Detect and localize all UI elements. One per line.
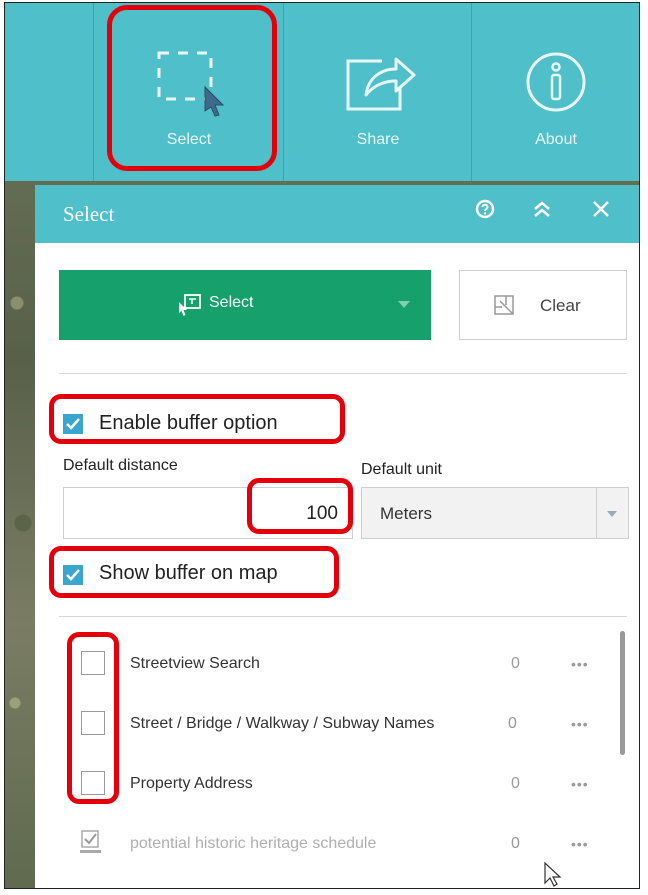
unit-value: Meters bbox=[380, 504, 432, 523]
share-icon bbox=[346, 57, 416, 111]
default-unit-select[interactable]: Meters bbox=[361, 487, 629, 539]
about-tool-label: About bbox=[535, 131, 577, 148]
panel-header: Select bbox=[35, 185, 639, 243]
app-frame: Select Share About Select Select Clear E… bbox=[4, 2, 640, 889]
layer-count: 0 bbox=[511, 775, 520, 792]
select-tool-highlight bbox=[107, 5, 277, 171]
default-distance-label: Default distance bbox=[63, 457, 178, 474]
about-widget-button[interactable]: About bbox=[471, 3, 639, 181]
widget-toolbar: Select Share About bbox=[5, 3, 639, 181]
layer-name: Property Address bbox=[130, 775, 253, 792]
info-icon bbox=[526, 52, 586, 112]
divider bbox=[59, 373, 627, 374]
select-button-label: Select bbox=[209, 294, 254, 311]
clear-selection-icon bbox=[494, 295, 514, 315]
panel-title: Select bbox=[63, 202, 115, 226]
chevron-down-icon bbox=[607, 511, 617, 517]
caret-down-icon[interactable] bbox=[397, 300, 411, 310]
more-options-icon[interactable]: ••• bbox=[571, 776, 589, 792]
select-panel: Select Select Clear Enable buffer option… bbox=[35, 185, 639, 888]
show-buffer-highlight bbox=[49, 546, 339, 598]
scrollbar-thumb[interactable] bbox=[620, 631, 625, 755]
checked-disabled-checkbox-icon bbox=[80, 830, 101, 853]
layer-count: 0 bbox=[511, 655, 520, 672]
clear-button-label: Clear bbox=[540, 296, 581, 315]
layer-row[interactable]: Streetview Search 0 ••• bbox=[35, 631, 639, 691]
clear-button[interactable]: Clear bbox=[459, 270, 627, 340]
layer-checkboxes-highlight bbox=[67, 632, 119, 804]
share-widget-button[interactable]: Share bbox=[283, 3, 472, 181]
select-separator bbox=[596, 488, 597, 538]
divider bbox=[59, 616, 627, 617]
select-tool-icon bbox=[179, 294, 201, 316]
layer-name: Street / Bridge / Walkway / Subway Names bbox=[130, 715, 435, 732]
default-unit-label: Default unit bbox=[361, 461, 442, 478]
layer-name: potential historic heritage schedule bbox=[130, 835, 377, 852]
layer-name: Streetview Search bbox=[130, 655, 260, 672]
layer-row[interactable]: 0 Street / Bridge / Walkway / Subway Nam… bbox=[35, 693, 639, 753]
layer-count: 0 bbox=[508, 715, 517, 732]
collapse-icon[interactable] bbox=[531, 199, 553, 219]
more-options-icon[interactable]: ••• bbox=[571, 716, 589, 732]
help-icon[interactable] bbox=[475, 199, 495, 219]
enable-buffer-highlight bbox=[49, 394, 345, 444]
layer-row[interactable]: Property Address 0 ••• bbox=[35, 755, 639, 815]
distance-value-highlight bbox=[247, 478, 353, 534]
close-icon[interactable] bbox=[591, 199, 611, 219]
select-mode-button[interactable]: Select bbox=[59, 270, 431, 340]
mouse-cursor-icon bbox=[544, 861, 562, 887]
share-tool-label: Share bbox=[356, 131, 400, 148]
layer-count: 0 bbox=[511, 835, 520, 852]
more-options-icon[interactable]: ••• bbox=[571, 836, 589, 852]
more-options-icon[interactable]: ••• bbox=[571, 656, 589, 672]
